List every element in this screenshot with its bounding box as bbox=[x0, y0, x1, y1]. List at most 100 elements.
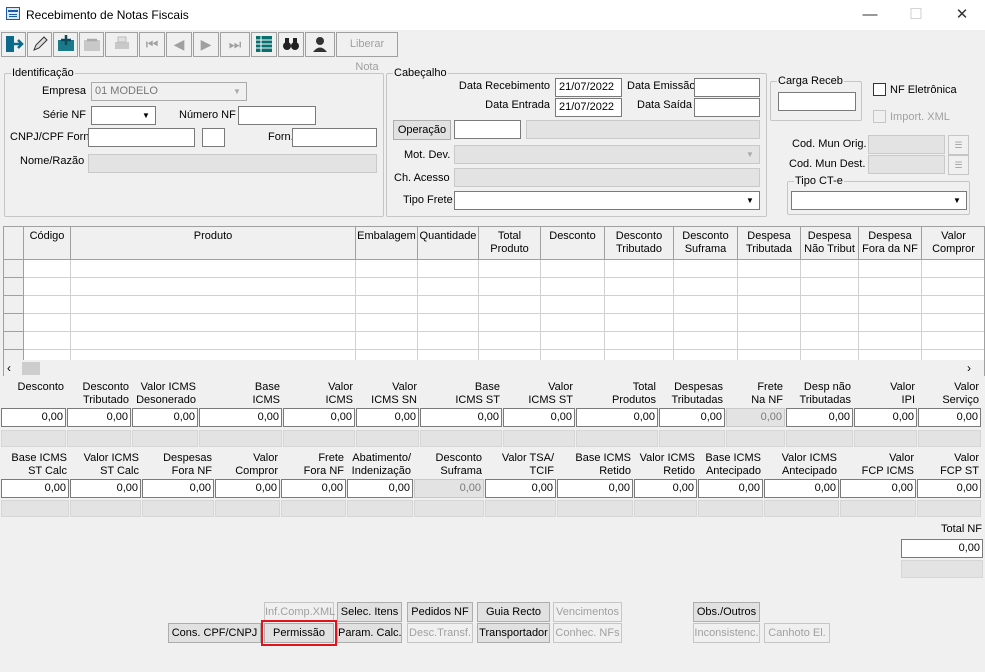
scroll-left-icon[interactable]: ‹ bbox=[7, 361, 11, 375]
grid-cell[interactable] bbox=[479, 296, 541, 314]
data-recebimento-input[interactable]: 21/07/2022 bbox=[555, 78, 622, 97]
grid-header[interactable]: Código bbox=[24, 227, 71, 260]
grid-cell[interactable] bbox=[674, 314, 738, 332]
scroll-right-icon[interactable]: › bbox=[967, 361, 971, 375]
edit-button[interactable] bbox=[27, 32, 52, 57]
grid-cell[interactable] bbox=[356, 260, 418, 278]
grid-cell[interactable] bbox=[541, 278, 605, 296]
grid-cell[interactable] bbox=[541, 260, 605, 278]
maximize-button[interactable]: ☐ bbox=[893, 0, 939, 30]
param-calc-button[interactable]: Param. Calc. bbox=[337, 623, 402, 643]
grid-cell[interactable] bbox=[859, 278, 922, 296]
grid-cell[interactable] bbox=[71, 260, 356, 278]
grid-cell[interactable] bbox=[922, 278, 984, 296]
grid-cell[interactable] bbox=[24, 260, 71, 278]
grid-cell[interactable] bbox=[418, 332, 479, 350]
row-header[interactable] bbox=[4, 314, 24, 332]
grid-cell[interactable] bbox=[605, 278, 674, 296]
guia-recto-button[interactable]: Guia Recto bbox=[477, 602, 550, 622]
cod-mun-dest-input[interactable] bbox=[868, 155, 945, 174]
row-header[interactable] bbox=[4, 332, 24, 350]
inconsistenc-button[interactable]: Inconsistenc. bbox=[693, 623, 760, 643]
grid-header[interactable]: Desconto Suframa bbox=[674, 227, 738, 260]
serie-select[interactable]: ▼ bbox=[91, 106, 156, 125]
grid-cell[interactable] bbox=[356, 278, 418, 296]
grid-cell[interactable] bbox=[356, 314, 418, 332]
selec-itens-button[interactable]: Selec. Itens bbox=[337, 602, 402, 622]
grid-cell[interactable] bbox=[24, 314, 71, 332]
grid-header[interactable]: Quantidade bbox=[418, 227, 479, 260]
grid-cell[interactable] bbox=[738, 332, 801, 350]
forn-input[interactable] bbox=[292, 128, 377, 147]
obs-outros-button[interactable]: Obs./Outros bbox=[693, 602, 760, 622]
grid-header[interactable]: Total Produto bbox=[479, 227, 541, 260]
cod-mun-orig-input[interactable] bbox=[868, 135, 945, 154]
grid-cell[interactable] bbox=[24, 278, 71, 296]
grid-view-button[interactable] bbox=[251, 32, 277, 57]
operacao-input[interactable] bbox=[454, 120, 521, 139]
row-header[interactable] bbox=[4, 260, 24, 278]
transportador-button[interactable]: Transportador bbox=[477, 623, 550, 643]
ch-acesso-input[interactable] bbox=[454, 168, 760, 187]
grid-cell[interactable] bbox=[71, 278, 356, 296]
empresa-select[interactable]: 01 MODELO ▼ bbox=[91, 82, 247, 101]
grid-cell[interactable] bbox=[922, 260, 984, 278]
grid-cell[interactable] bbox=[859, 332, 922, 350]
cnpj-input[interactable] bbox=[88, 128, 195, 147]
grid-cell[interactable] bbox=[674, 278, 738, 296]
grid-cell[interactable] bbox=[738, 278, 801, 296]
desc-transf-button[interactable]: Desc.Transf. bbox=[407, 623, 473, 643]
grid-cell[interactable] bbox=[859, 260, 922, 278]
grid-cell[interactable] bbox=[605, 314, 674, 332]
grid-cell[interactable] bbox=[541, 296, 605, 314]
grid-cell[interactable] bbox=[801, 296, 859, 314]
first-record-button[interactable]: ⏮ bbox=[139, 32, 165, 57]
remove-button[interactable] bbox=[79, 32, 104, 57]
numero-input[interactable] bbox=[238, 106, 316, 125]
grid-cell[interactable] bbox=[71, 314, 356, 332]
user-button[interactable] bbox=[305, 32, 335, 57]
grid-cell[interactable] bbox=[24, 296, 71, 314]
cod-mun-orig-lookup-button[interactable]: ☰ bbox=[948, 135, 969, 155]
grid-cell[interactable] bbox=[738, 260, 801, 278]
grid-cell[interactable] bbox=[479, 260, 541, 278]
vencimentos-button[interactable]: Vencimentos bbox=[553, 602, 622, 622]
print-button[interactable] bbox=[105, 32, 138, 57]
grid-cell[interactable] bbox=[738, 296, 801, 314]
grid-cell[interactable] bbox=[674, 332, 738, 350]
row-header[interactable] bbox=[4, 296, 24, 314]
close-button[interactable]: ✕ bbox=[939, 0, 985, 30]
grid-header[interactable]: Valor Compror bbox=[922, 227, 984, 260]
grid-cell[interactable] bbox=[801, 260, 859, 278]
tipo-frete-select[interactable]: ▼ bbox=[454, 191, 760, 210]
grid-cell[interactable] bbox=[922, 314, 984, 332]
grid-cell[interactable] bbox=[418, 260, 479, 278]
prev-record-button[interactable]: ◀ bbox=[166, 32, 192, 57]
grid-cell[interactable] bbox=[356, 296, 418, 314]
row-header[interactable] bbox=[4, 278, 24, 296]
grid-cell[interactable] bbox=[605, 260, 674, 278]
grid-cell[interactable] bbox=[922, 296, 984, 314]
grid-header[interactable]: Despesa Não Tribut bbox=[801, 227, 859, 260]
cnpj-suffix-input[interactable] bbox=[202, 128, 225, 147]
exit-button[interactable] bbox=[1, 32, 26, 57]
minimize-button[interactable]: — bbox=[847, 0, 893, 30]
grid-cell[interactable] bbox=[541, 332, 605, 350]
data-emissao-input[interactable] bbox=[694, 78, 760, 97]
grid-cell[interactable] bbox=[479, 332, 541, 350]
grid-cell[interactable] bbox=[24, 332, 71, 350]
grid-cell[interactable] bbox=[674, 260, 738, 278]
grid-header[interactable]: Desconto bbox=[541, 227, 605, 260]
cons-cpf-cnpj-button[interactable]: Cons. CPF/CNPJ bbox=[168, 623, 261, 643]
mot-dev-select[interactable]: ▼ bbox=[454, 145, 760, 164]
grid-header[interactable]: Despesa Tributada bbox=[738, 227, 801, 260]
inf-comp-xml-button[interactable]: Inf.Comp.XML bbox=[264, 602, 335, 622]
grid-cell[interactable] bbox=[801, 314, 859, 332]
grid-header[interactable]: Embalagem bbox=[356, 227, 418, 260]
grid-cell[interactable] bbox=[418, 296, 479, 314]
import-xml-checkbox[interactable] bbox=[873, 110, 886, 123]
grid-cell[interactable] bbox=[418, 278, 479, 296]
pedidos-nf-button[interactable]: Pedidos NF bbox=[407, 602, 473, 622]
canhoto-button[interactable]: Canhoto El. bbox=[764, 623, 830, 643]
horizontal-scrollbar[interactable]: ‹ › bbox=[4, 360, 984, 377]
